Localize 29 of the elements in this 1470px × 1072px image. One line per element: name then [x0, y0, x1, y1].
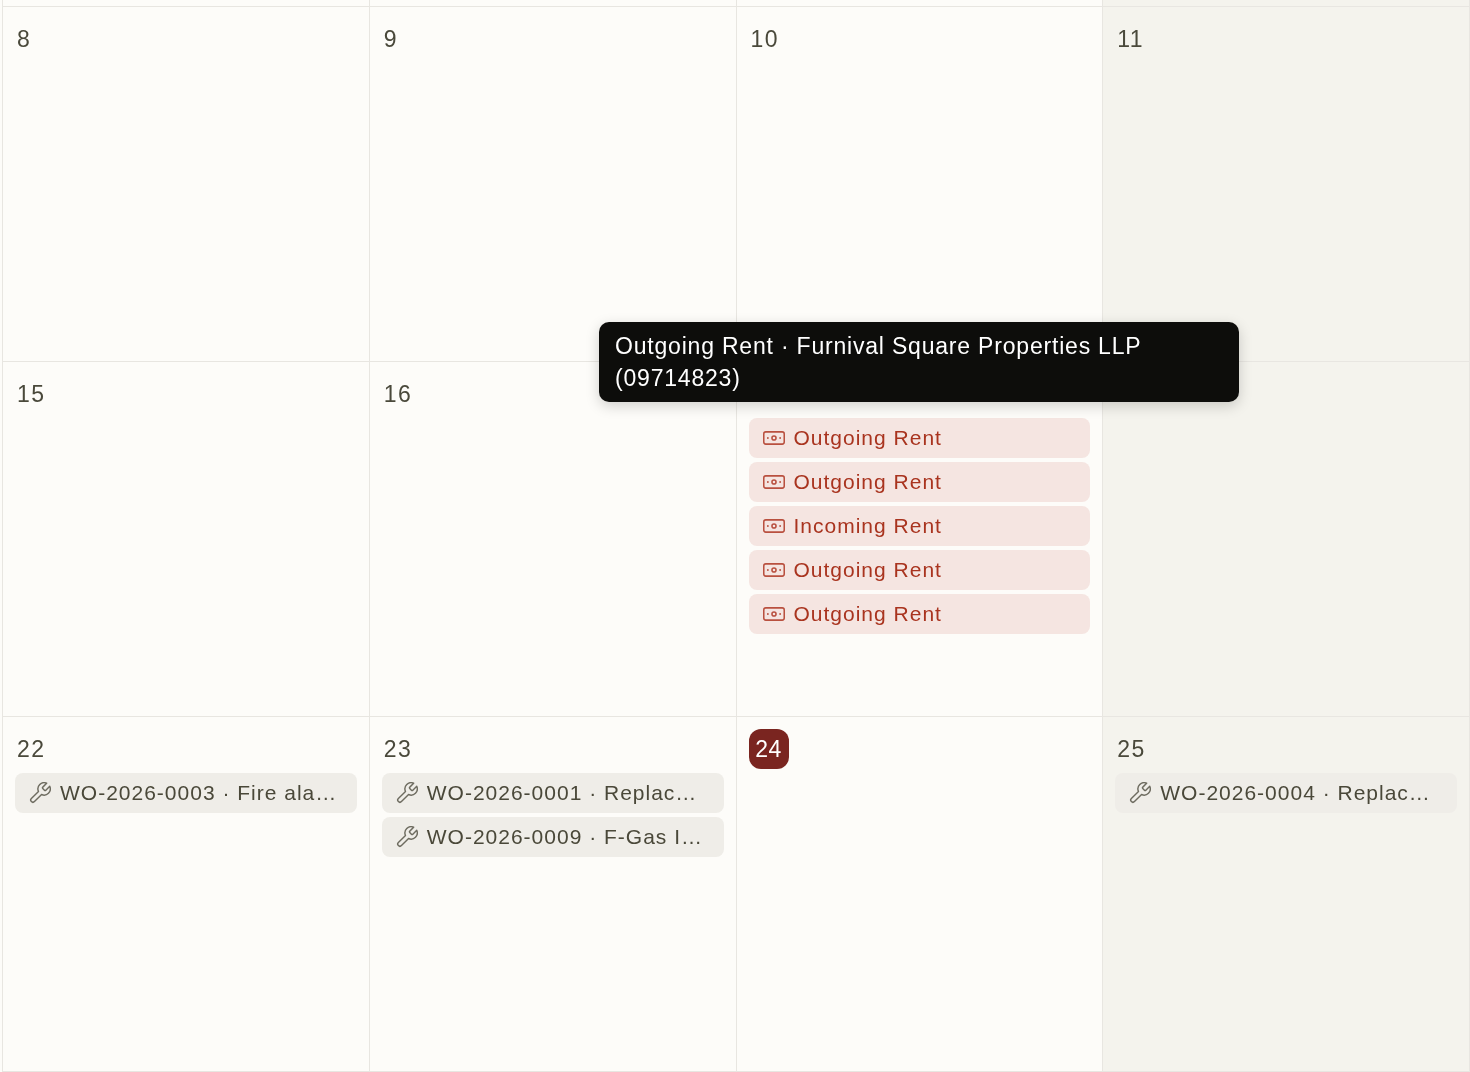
wrench-icon — [1129, 782, 1152, 804]
day-number: 11 — [1116, 25, 1146, 54]
event-chip[interactable]: Outgoing Rent — [748, 550, 1091, 590]
event-chip[interactable]: WO-2026-0004 · Replac… — [1115, 773, 1457, 813]
banknote-icon — [762, 607, 785, 621]
day-number: 10 — [749, 25, 781, 54]
day-number: 16 — [382, 380, 414, 409]
event-chip[interactable]: Outgoing Rent — [748, 462, 1091, 502]
day-number: 8 — [16, 25, 33, 54]
event-chip[interactable]: WO-2026-0001 · Replac… — [381, 773, 724, 813]
banknote-icon — [762, 519, 785, 533]
tooltip: Outgoing Rent · Furnival Square Properties LLP (09714823) — [599, 322, 1239, 402]
event-chip[interactable]: Incoming Rent — [748, 506, 1091, 546]
wrench-icon — [395, 826, 418, 848]
day-number: 9 — [382, 25, 400, 54]
event-chip[interactable]: WO-2026-0009 · F-Gas I… — [381, 817, 724, 857]
day-number: 23 — [382, 735, 414, 764]
day-number: 22 — [16, 735, 47, 764]
today-badge: 24 — [748, 729, 789, 769]
day-number: 25 — [1116, 735, 1147, 764]
wrench-icon — [395, 782, 418, 804]
banknote-icon — [762, 563, 785, 577]
banknote-icon — [762, 475, 785, 489]
banknote-icon — [762, 431, 785, 445]
day-number: 15 — [16, 380, 47, 409]
wrench-icon — [29, 782, 51, 804]
event-chip[interactable]: Outgoing Rent — [748, 418, 1091, 458]
event-chip[interactable]: WO-2026-0003 · Fire ala… — [15, 773, 357, 813]
event-chip[interactable]: Outgoing Rent — [748, 594, 1091, 634]
